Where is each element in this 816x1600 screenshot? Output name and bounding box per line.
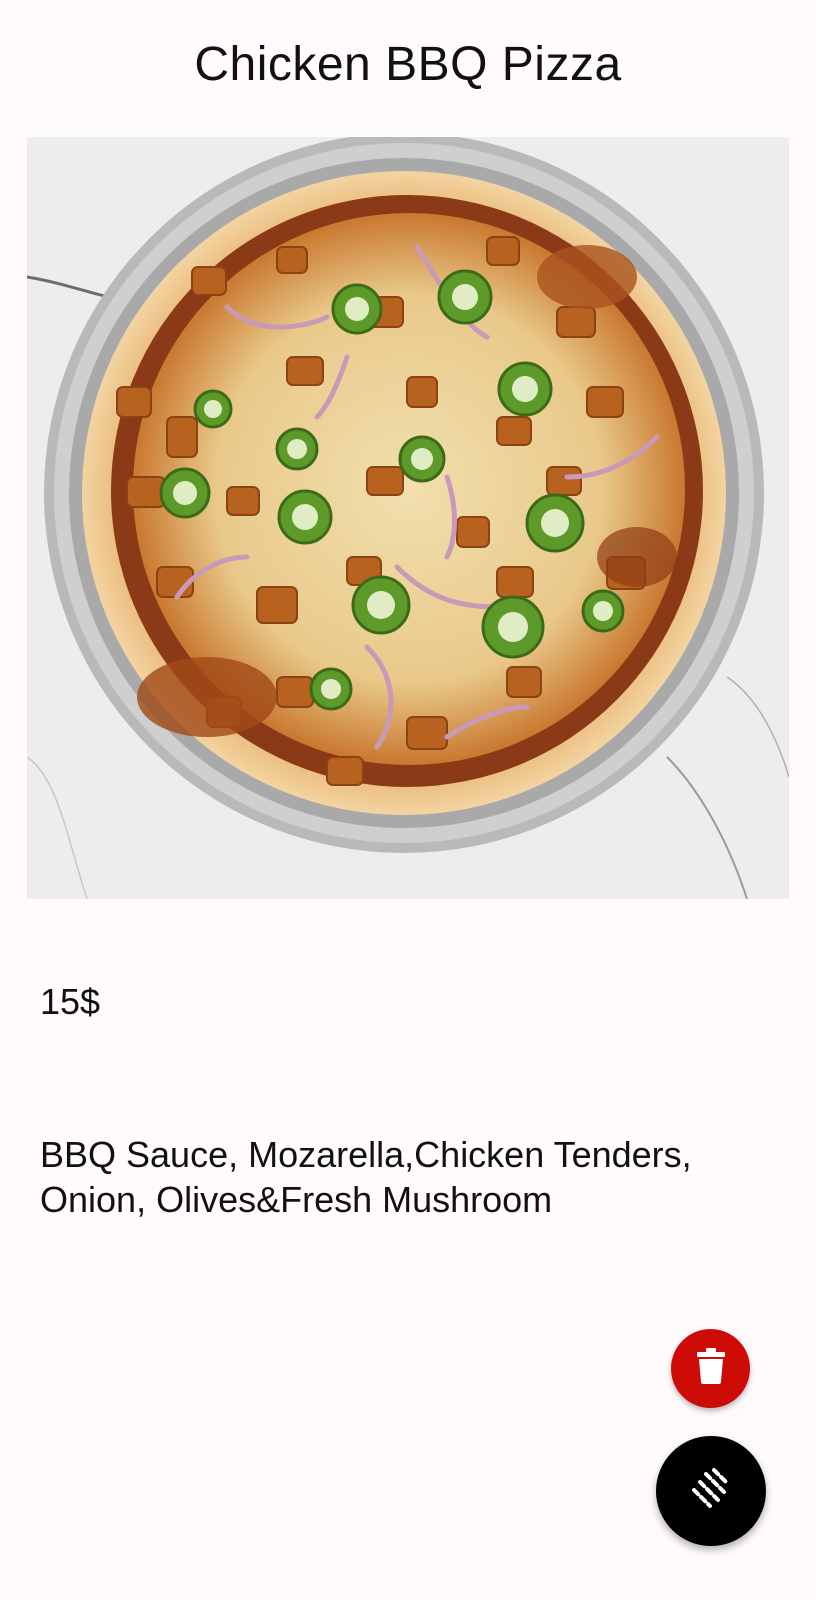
price-label: 15$ bbox=[40, 981, 101, 1022]
trash-icon bbox=[696, 1348, 726, 1389]
ingredients-text: BBQ Sauce, Mozarella,Chicken Tenders, On… bbox=[40, 1134, 692, 1220]
pizza-detail-screen: Chicken BBQ Pizza 15$ BBQ Sauce, Mozarel… bbox=[0, 0, 816, 1600]
page-title: Chicken BBQ Pizza bbox=[194, 38, 622, 91]
delete-button[interactable] bbox=[671, 1329, 750, 1408]
menu-fab-button[interactable] bbox=[656, 1436, 766, 1546]
pizza-photo bbox=[27, 137, 789, 899]
menu-lines-icon bbox=[688, 1466, 734, 1517]
